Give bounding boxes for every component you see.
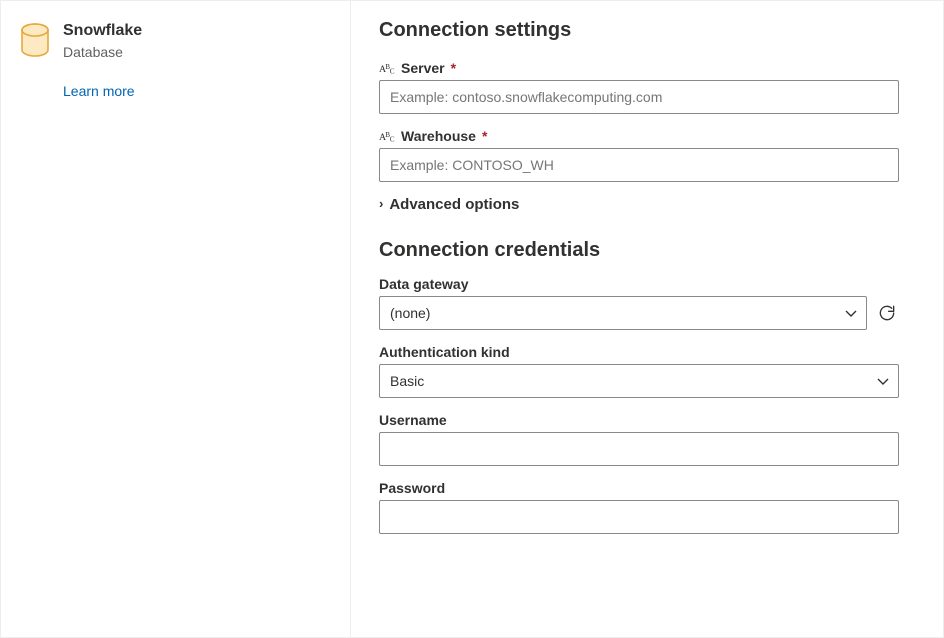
connection-credentials-heading: Connection credentials — [379, 239, 915, 262]
chevron-right-icon: › — [379, 197, 383, 210]
text-type-icon: ABC — [379, 61, 397, 75]
authentication-kind-select[interactable]: Basic — [379, 364, 899, 398]
connector-subtitle: Database — [63, 43, 142, 61]
authentication-kind-field: Authentication kind Basic — [379, 344, 899, 398]
data-gateway-label: Data gateway — [379, 276, 899, 292]
text-type-icon: ABC — [379, 129, 397, 143]
warehouse-label: Warehouse — [401, 128, 476, 144]
warehouse-input[interactable] — [379, 148, 899, 182]
connection-settings-heading: Connection settings — [379, 19, 915, 42]
data-gateway-field: Data gateway (none) — [379, 276, 899, 330]
authentication-kind-value: Basic — [390, 373, 424, 389]
required-mark: * — [451, 60, 456, 76]
svg-text:C: C — [390, 68, 395, 76]
advanced-options-label: Advanced options — [389, 196, 519, 213]
username-label: Username — [379, 412, 899, 428]
database-icon — [19, 23, 51, 59]
password-label: Password — [379, 480, 899, 496]
server-label: Server — [401, 60, 445, 76]
server-input[interactable] — [379, 80, 899, 114]
data-gateway-value: (none) — [390, 305, 430, 321]
chevron-down-icon — [844, 306, 858, 320]
main-pane: Connection settings ABC Server * ABC War… — [351, 1, 943, 637]
required-mark: * — [482, 128, 487, 144]
password-input[interactable] — [379, 500, 899, 534]
sidebar: Snowflake Database Learn more — [1, 1, 351, 637]
connector-title: Snowflake — [63, 21, 142, 42]
warehouse-field: ABC Warehouse * — [379, 128, 899, 182]
svg-text:C: C — [390, 136, 395, 144]
advanced-options-toggle[interactable]: › Advanced options — [379, 196, 915, 213]
data-gateway-select[interactable]: (none) — [379, 296, 867, 330]
connector-header: Snowflake Database — [19, 21, 332, 61]
authentication-kind-label: Authentication kind — [379, 344, 899, 360]
refresh-button[interactable] — [875, 301, 899, 325]
username-field: Username — [379, 412, 899, 466]
server-field: ABC Server * — [379, 60, 899, 114]
password-field: Password — [379, 480, 899, 534]
username-input[interactable] — [379, 432, 899, 466]
learn-more-link[interactable]: Learn more — [63, 83, 135, 99]
chevron-down-icon — [876, 374, 890, 388]
